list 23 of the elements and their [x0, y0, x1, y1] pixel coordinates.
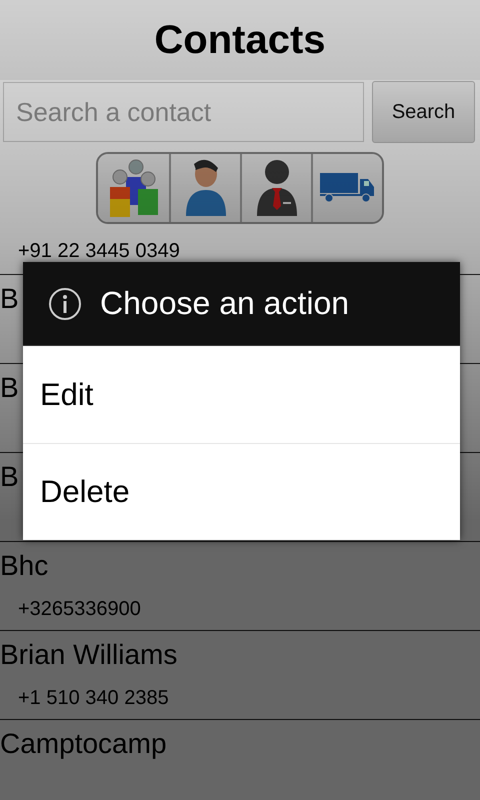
search-field[interactable]: Search a contact — [3, 82, 364, 142]
truck-icon — [320, 173, 376, 203]
filter-tab[interactable] — [169, 154, 240, 222]
contact-phone: +91 22 3445 0349 — [18, 240, 180, 263]
info-icon — [48, 286, 82, 320]
contact-name: B — [0, 461, 19, 493]
filter-tab[interactable] — [240, 154, 311, 222]
contact-name: B — [0, 372, 19, 404]
dialog-title: Choose an action — [100, 285, 350, 322]
menu-item[interactable]: Edit — [23, 346, 460, 443]
contact-name: B — [0, 283, 19, 315]
contact-name: Bhc — [0, 550, 48, 582]
filter-tab[interactable] — [98, 154, 169, 222]
businessman-icon — [254, 158, 298, 218]
person-icon — [184, 158, 228, 218]
filter-tab[interactable] — [311, 154, 382, 222]
contact-name: Camptocamp — [0, 728, 167, 760]
contact-name: Brian Williams — [0, 639, 178, 671]
menu-item[interactable]: Delete — [23, 443, 460, 540]
search-button[interactable]: Search — [372, 81, 475, 143]
contact-phone: +1 510 340 2385 — [18, 687, 169, 710]
contact-phone: +3265336900 — [18, 598, 141, 621]
page-title: Contacts — [154, 20, 326, 60]
